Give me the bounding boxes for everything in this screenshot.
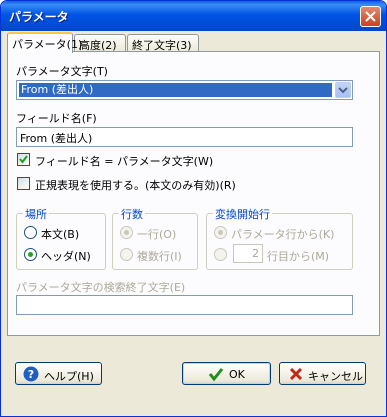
field-name-input[interactable]: From (差出人) <box>16 127 353 147</box>
checkmark-icon <box>208 368 224 382</box>
field-equals-param-label: フィールド名 = パラメータ文字(W) <box>35 155 214 168</box>
cancel-button-label: キャンセル <box>308 370 363 383</box>
radio-multi-line-label: 複数行(I) <box>137 250 182 263</box>
line-count-group: 行数 一行(O) 複数行(I) <box>112 206 198 270</box>
radio-from-param-line-label: パラメータ行から(K) <box>231 228 335 241</box>
radio-from-line-n-label: 行目から(M) <box>267 250 330 263</box>
start-line-group: 変換開始行 パラメータ行から(K) 2 行目から(M) <box>206 206 353 270</box>
search-end-input[interactable] <box>16 295 353 315</box>
radio-header-label: ヘッダ(N) <box>41 250 91 263</box>
location-title: 場所 <box>23 206 49 222</box>
window-title: パラメータ <box>9 10 69 24</box>
dialog-window: パラメータ パラメータ(1) 高度(2) 終了文字(3) パラメータ文字(T) … <box>0 0 387 417</box>
ok-button[interactable]: OK <box>182 362 271 385</box>
param-text-select[interactable]: From (差出人) <box>16 80 353 100</box>
close-icon <box>365 11 376 22</box>
help-button-label: ヘルプ(H) <box>44 370 94 383</box>
start-line-title: 変換開始行 <box>213 206 272 222</box>
help-button[interactable]: ? ヘルプ(H) <box>15 362 102 385</box>
close-button[interactable] <box>360 6 381 27</box>
line-number-input[interactable]: 2 <box>233 244 263 263</box>
cancel-button[interactable]: キャンセル <box>279 362 366 385</box>
tab-panel: パラメータ文字(T) From (差出人) フィールド名(F) From (差出… <box>7 51 380 336</box>
radio-header[interactable] <box>24 248 37 261</box>
radio-single-line[interactable] <box>120 226 133 239</box>
location-group: 場所 本文(B) ヘッダ(N) <box>16 206 106 270</box>
help-icon: ? <box>23 366 39 382</box>
radio-body[interactable] <box>24 226 37 239</box>
ok-button-label: OK <box>229 368 245 381</box>
tab-parameters[interactable]: パラメータ(1) <box>7 32 82 53</box>
tab-end-chars[interactable]: 終了文字(3) <box>127 34 199 52</box>
line-count-title: 行数 <box>119 206 145 222</box>
radio-single-line-label: 一行(O) <box>137 228 177 241</box>
svg-text:?: ? <box>28 368 34 381</box>
radio-from-line-n[interactable] <box>214 248 227 261</box>
tab-label: パラメータ(1) <box>12 38 83 51</box>
chevron-down-icon <box>338 87 348 94</box>
checkmark-icon <box>19 155 28 164</box>
radio-body-label: 本文(B) <box>41 228 80 241</box>
cancel-x-icon <box>289 367 303 381</box>
field-name-label: フィールド名(F) <box>16 112 97 125</box>
radio-from-param-line[interactable] <box>214 226 227 239</box>
radio-multi-line[interactable] <box>120 248 133 261</box>
field-equals-param-checkbox[interactable] <box>17 153 30 166</box>
search-end-label: パラメータ文字の検索終了文字(E) <box>16 281 186 294</box>
regex-checkbox[interactable] <box>17 177 30 190</box>
title-bar[interactable]: パラメータ <box>1 1 386 31</box>
regex-label: 正規表現を使用する。(本文のみ有効)(R) <box>35 179 236 192</box>
param-text-label: パラメータ文字(T) <box>16 65 108 78</box>
param-text-value: From (差出人) <box>19 83 332 97</box>
dropdown-button[interactable] <box>335 82 351 98</box>
